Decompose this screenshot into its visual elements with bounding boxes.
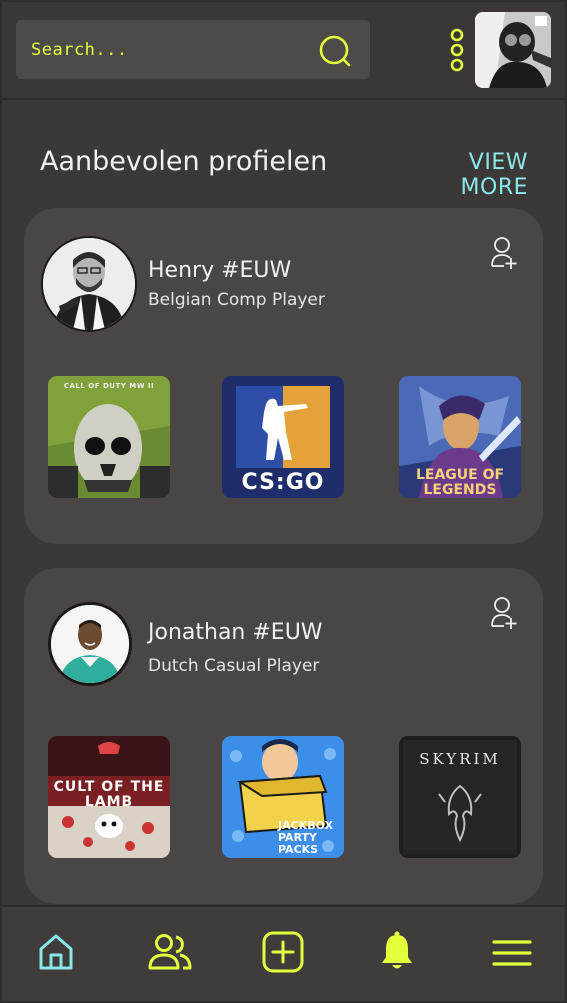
more-options-icon[interactable]	[448, 28, 466, 72]
profile-description: Dutch Casual Player	[148, 656, 320, 676]
search-icon[interactable]	[318, 34, 352, 68]
add-friend-icon[interactable]	[490, 596, 518, 632]
game-title: CALL OF DUTY MW II	[63, 382, 155, 390]
profile-card[interactable]: Henry #EUW Belgian Comp Player CALL OF D…	[24, 208, 543, 544]
top-bar	[2, 2, 565, 100]
game-tile-jackbox-party-packs[interactable]: JACKBOX PARTY PACKS	[222, 736, 344, 858]
game-title: SKYRIM	[419, 750, 501, 768]
bottom-navigation	[2, 905, 565, 1001]
search-input[interactable]	[31, 20, 311, 79]
profile-avatar[interactable]	[41, 236, 137, 332]
game-tile-league-of-legends[interactable]: LEAGUE OF LEGENDS	[399, 376, 521, 498]
profile-description: Belgian Comp Player	[148, 290, 325, 310]
add-friend-icon[interactable]	[490, 236, 518, 272]
friends-icon[interactable]	[148, 933, 192, 971]
profile-name: Jonathan #EUW	[148, 620, 323, 645]
game-title: JACKBOX PARTY PACKS	[278, 819, 334, 856]
user-avatar[interactable]	[475, 12, 551, 88]
game-title: LEAGUE OF LEGENDS	[415, 467, 505, 498]
game-tile-modern-warfare[interactable]: CALL OF DUTY MW II	[48, 376, 170, 498]
bell-icon[interactable]	[380, 931, 414, 971]
profile-avatar[interactable]	[48, 602, 132, 686]
game-title: CULT OF THE LAMB	[53, 779, 165, 810]
profile-name: Henry #EUW	[148, 258, 292, 283]
view-more-link[interactable]: VIEW MORE	[396, 150, 528, 200]
add-icon[interactable]	[262, 931, 304, 973]
game-tile-skyrim[interactable]: SKYRIM	[399, 736, 521, 858]
section-title: Aanbevolen profielen	[40, 146, 328, 177]
app-screen: Aanbevolen profielen VIEW MORE Henry #EU…	[2, 2, 565, 1001]
home-icon[interactable]	[38, 933, 74, 971]
game-tile-cult-of-the-lamb[interactable]: CULT OF THE LAMB	[48, 736, 170, 858]
game-title: CS:GO	[241, 470, 325, 495]
search-box[interactable]	[16, 20, 370, 79]
profile-card[interactable]: Jonathan #EUW Dutch Casual Player CULT O…	[24, 568, 543, 904]
game-tile-csgo[interactable]: CS:GO	[222, 376, 344, 498]
menu-icon[interactable]	[492, 939, 532, 967]
